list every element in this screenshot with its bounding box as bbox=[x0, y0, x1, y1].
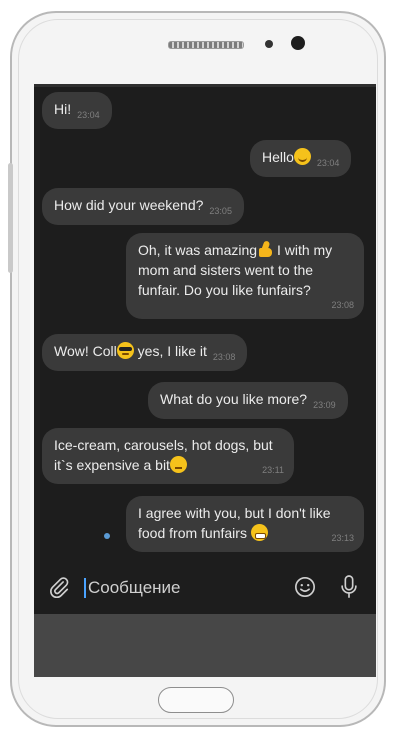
message-text: What do you like more? bbox=[160, 391, 308, 407]
message-time: 23:11 bbox=[262, 465, 284, 475]
status-divider bbox=[34, 84, 376, 87]
message-line: Oh, it was amazing I with my bbox=[138, 240, 352, 260]
message-outgoing[interactable]: Hello 23:04 bbox=[250, 140, 352, 177]
message-line: mom and sisters went to the bbox=[138, 262, 314, 278]
sad-emoji-icon bbox=[169, 456, 187, 473]
thumbs-up-emoji-icon bbox=[257, 241, 273, 258]
message-text: food from funfairs bbox=[138, 525, 251, 541]
message-text: I with my bbox=[273, 242, 333, 258]
message-time: 23:08 bbox=[331, 300, 354, 310]
message-outgoing[interactable]: I agree with you, but I don't like food … bbox=[126, 496, 364, 552]
smiley-icon[interactable] bbox=[294, 576, 316, 598]
message-line: I agree with you, but I don't like bbox=[138, 505, 331, 521]
message-text: yes, I like it bbox=[133, 343, 207, 359]
message-incoming[interactable]: Hi! 23:04 bbox=[42, 92, 112, 129]
sunglasses-emoji-icon bbox=[116, 342, 134, 359]
message-time: 23:08 bbox=[212, 352, 236, 362]
chat-screen: Hi! 23:04 Hello 23:04 How did your weekend… bbox=[34, 84, 376, 677]
message-text: Wow! Coll bbox=[54, 343, 117, 359]
proximity-sensor bbox=[265, 40, 273, 48]
side-button bbox=[8, 163, 13, 273]
message-outgoing[interactable]: What do you like more? 23:09 bbox=[148, 382, 348, 419]
grimace-emoji-icon bbox=[250, 524, 268, 541]
paperclip-icon[interactable] bbox=[48, 576, 70, 598]
message-time: 23:04 bbox=[316, 158, 340, 168]
message-text: Oh, it was amazing bbox=[138, 242, 258, 258]
message-input[interactable]: Сообщение bbox=[88, 578, 181, 598]
smile-emoji-icon bbox=[293, 148, 311, 165]
front-camera bbox=[291, 36, 305, 50]
speaker-grille bbox=[168, 41, 244, 49]
message-line: funfair. Do you like funfairs? bbox=[138, 282, 311, 298]
message-incoming[interactable]: How did your weekend? 23:05 bbox=[42, 188, 244, 225]
message-time: 23:04 bbox=[77, 110, 100, 120]
message-line: it`s expensive a bit bbox=[54, 455, 282, 475]
home-button[interactable] bbox=[158, 687, 234, 713]
message-incoming[interactable]: Wow! Coll yes, I like it 23:08 bbox=[42, 334, 248, 371]
microphone-icon[interactable] bbox=[338, 574, 360, 600]
message-composer: Сообщение bbox=[34, 564, 376, 612]
message-time: 23:05 bbox=[209, 206, 232, 216]
message-outgoing[interactable]: Oh, it was amazing I with my mom and sis… bbox=[126, 233, 364, 319]
unread-indicator bbox=[104, 533, 110, 539]
message-incoming[interactable]: Ice-cream, carousels, hot dogs, but it`s… bbox=[42, 428, 294, 484]
message-time: 23:13 bbox=[331, 533, 354, 543]
message-text: it`s expensive a bit bbox=[54, 457, 170, 473]
keyboard-area bbox=[34, 614, 376, 677]
message-text: How did your weekend? bbox=[54, 197, 204, 213]
message-line: Ice-cream, carousels, hot dogs, but bbox=[54, 437, 273, 453]
message-text: Hello bbox=[262, 149, 294, 165]
message-time: 23:09 bbox=[313, 400, 336, 410]
text-caret bbox=[84, 578, 86, 598]
message-text: Hi! bbox=[54, 101, 72, 117]
message-line: food from funfairs bbox=[138, 523, 352, 543]
